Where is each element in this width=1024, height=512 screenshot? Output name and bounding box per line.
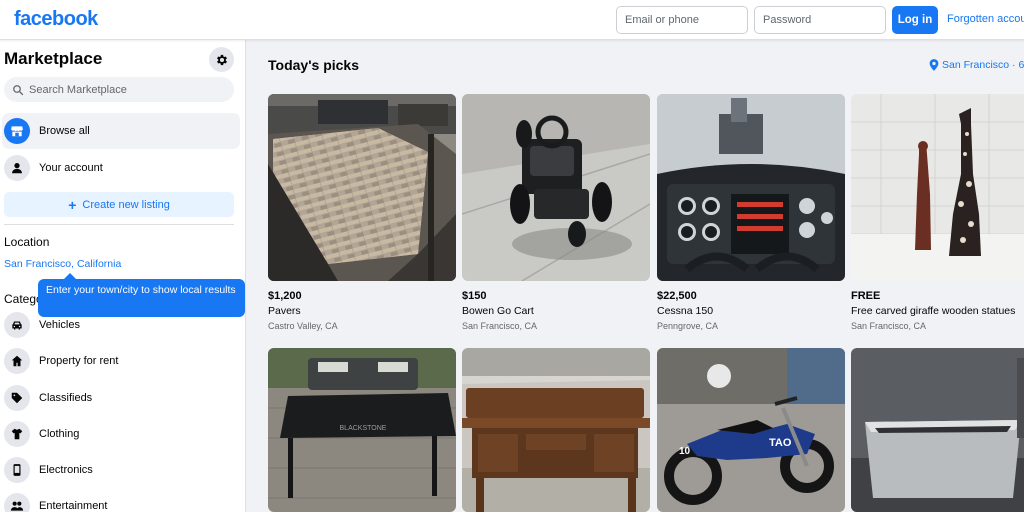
category-label: Clothing	[39, 428, 80, 440]
listing-location: Castro Valley, CA	[268, 321, 338, 331]
password-field[interactable]	[754, 6, 886, 34]
listing-card[interactable]: FREE Free carved giraffe wooden statues …	[851, 94, 1024, 331]
listing-photo-patio-table[interactable]: BLACKSTONE	[268, 348, 456, 512]
listing-card[interactable]	[851, 348, 1024, 512]
listing-photo-go-cart[interactable]	[462, 94, 650, 281]
listing-photo-giraffe-statues[interactable]	[851, 94, 1024, 281]
listing-photo-planter[interactable]	[851, 348, 1024, 512]
tag-icon	[4, 385, 30, 411]
category-label: Classifieds	[39, 392, 93, 404]
listing-location: San Francisco, CA	[462, 321, 538, 331]
listing-card[interactable]	[462, 348, 650, 512]
listing-card[interactable]: $150 Bowen Go Cart San Francisco, CA	[462, 94, 650, 331]
listing-location: Penngrove, CA	[657, 321, 719, 331]
listing-card[interactable]: BLACKSTONE	[268, 348, 456, 512]
category-property-for-rent[interactable]: Property for rent	[2, 344, 240, 378]
category-electronics[interactable]: Electronics	[2, 453, 240, 487]
phone-icon	[4, 457, 30, 483]
facebook-logo[interactable]: facebook	[14, 8, 98, 31]
category-entertainment[interactable]: Entertainment	[2, 489, 240, 512]
bike-decal: TAO	[769, 437, 792, 449]
listing-photo-dirt-bike[interactable]: 10 TAO	[657, 348, 845, 512]
listing-card[interactable]: $1,200 Pavers Castro Valley, CA	[268, 94, 456, 331]
listing-price: $22,500	[657, 290, 697, 302]
top-navigation-bar: facebook Log in Forgotten account?	[0, 0, 1024, 40]
category-clothing[interactable]: Clothing	[2, 417, 240, 451]
listing-location: San Francisco, CA	[851, 321, 927, 331]
listing-title: Cessna 150	[657, 305, 714, 317]
listing-price: FREE	[851, 290, 881, 302]
forgotten-account-link[interactable]: Forgotten account?	[947, 13, 1024, 25]
house-icon	[4, 348, 30, 374]
categories-list: Vehicles Property for rent Classifieds C…	[0, 40, 246, 512]
location-filter-label: San Francisco · 65 km	[942, 59, 1024, 71]
svg-text:10: 10	[679, 446, 691, 457]
shirt-icon	[4, 421, 30, 447]
login-button[interactable]: Log in	[892, 6, 938, 34]
category-label: Electronics	[39, 464, 93, 476]
location-pin-icon	[929, 59, 939, 71]
category-classifieds[interactable]: Classifieds	[2, 381, 240, 415]
listing-card[interactable]: $22,500 Cessna 150 Penngrove, CA	[657, 94, 845, 331]
listing-title: Pavers	[268, 305, 301, 317]
todays-picks-heading: Today's picks	[268, 57, 359, 73]
listing-photo-pavers[interactable]	[268, 94, 456, 281]
email-field[interactable]	[616, 6, 748, 34]
listing-price: $150	[462, 290, 487, 302]
car-icon	[4, 312, 30, 338]
main-feed: Today's picks San Francisco · 65 km	[247, 40, 1024, 512]
location-filter[interactable]: San Francisco · 65 km	[929, 59, 1024, 71]
listing-price: $1,200	[268, 290, 302, 302]
category-label: Entertainment	[39, 500, 108, 512]
people-icon	[4, 493, 30, 512]
category-label: Vehicles	[39, 319, 80, 331]
listing-photo-sideboard[interactable]	[462, 348, 650, 512]
listing-photo-cessna-cockpit[interactable]	[657, 94, 845, 281]
category-label: Property for rent	[39, 355, 119, 367]
listing-title: Bowen Go Cart	[462, 305, 534, 317]
listing-title: Free carved giraffe wooden statues	[851, 305, 1016, 317]
table-decal: BLACKSTONE	[340, 425, 387, 432]
listing-card[interactable]: 10 TAO	[657, 348, 845, 512]
location-tooltip: Enter your town/city to show local resul…	[38, 273, 245, 317]
